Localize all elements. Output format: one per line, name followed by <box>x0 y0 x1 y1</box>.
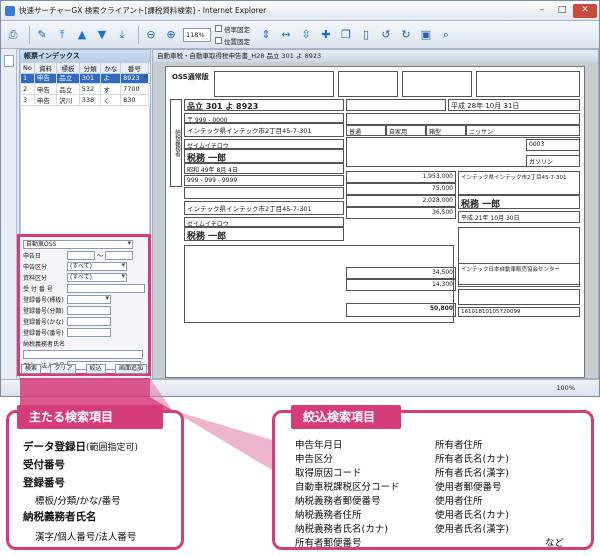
filter-item: 納税義務者郵便番号 <box>295 496 381 507</box>
filter-search-callout: 絞込検索項目 申告年月日 申告区分 取得原因コード 自動車税課税区分コード 納税… <box>272 405 594 550</box>
etc-label: など <box>545 538 565 549</box>
callout-title: 主たる検索項目 <box>17 405 163 429</box>
main-search-callout: 主たる検索項目 データ登録日(範囲指定可) 受付番号 登録番号 標板/分類/かな… <box>6 405 184 550</box>
callout-item: 納税義務者氏名 <box>23 511 97 523</box>
callout-item: 登録番号 <box>23 477 65 489</box>
callout-item: データ登録日(範囲指定可) <box>23 439 138 454</box>
callout-item: 漢字/個人番号/法人番号 <box>35 532 137 543</box>
callout-item: 受付番号 <box>23 459 65 471</box>
filter-item: 使用者郵便番号 <box>435 482 502 493</box>
filter-item: 所有者氏名(漢字) <box>435 468 509 479</box>
filter-item: 使用者住所 <box>435 496 483 507</box>
callout-item: 標板/分類/かな/番号 <box>35 496 121 507</box>
filter-item: 使用者氏名(漢字) <box>435 524 509 535</box>
item-sub: (範囲指定可) <box>86 443 139 453</box>
item-text: データ登録日 <box>23 441 86 453</box>
filter-item: 所有者郵便番号 <box>295 538 362 549</box>
filter-item: 納税義務者氏名(カナ) <box>295 524 388 535</box>
filter-item: 自動車税課税区分コード <box>295 482 400 493</box>
callout-title: 絞込検索項目 <box>291 405 401 429</box>
filter-item: 納税義務者住所 <box>295 510 362 521</box>
filter-item: 所有者氏名(カナ) <box>435 454 509 465</box>
filter-item: 使用者氏名(カナ) <box>435 510 509 521</box>
filter-item: 申告区分 <box>295 454 334 465</box>
filter-item: 所有者住所 <box>435 440 483 451</box>
filter-item: 取得原因コード <box>295 468 362 479</box>
filter-item: 申告年月日 <box>295 440 343 451</box>
